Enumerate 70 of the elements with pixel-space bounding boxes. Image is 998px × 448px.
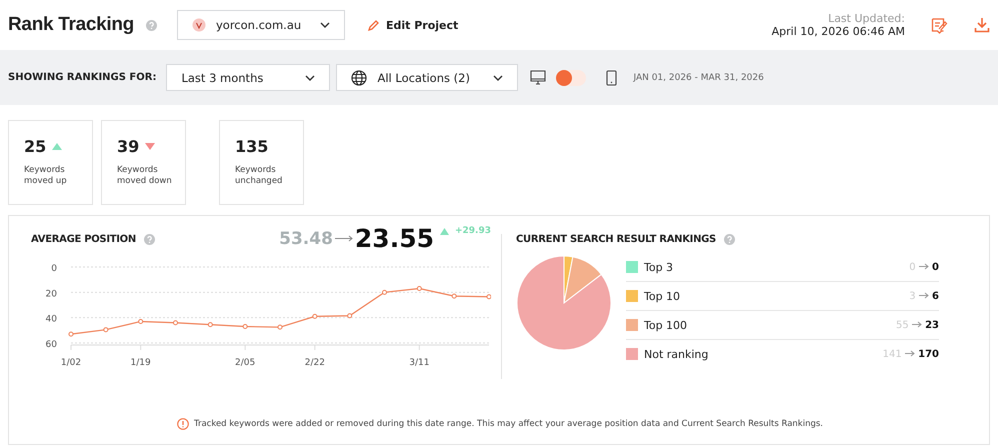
stat-value: 135 — [235, 137, 268, 156]
down-triangle-icon — [145, 143, 156, 150]
axis-label: 2/22 — [304, 358, 325, 368]
pencil-icon — [366, 18, 380, 32]
arrow-icon — [904, 350, 915, 356]
stat-value: 39 — [117, 137, 140, 156]
data-point — [382, 290, 387, 295]
data-point — [173, 320, 178, 326]
data-point — [452, 294, 457, 299]
legend-label: Top 3 — [644, 260, 674, 274]
info-icon — [177, 418, 190, 430]
arrow-icon — [918, 262, 929, 270]
stat-label: Keywords moved down — [117, 165, 173, 188]
arrow-icon — [334, 235, 353, 242]
data-point — [208, 322, 213, 328]
note-icon[interactable] — [931, 16, 948, 34]
period-dropdown[interactable]: Last 3 months — [166, 64, 330, 91]
help-icon[interactable] — [146, 20, 157, 30]
average-change: +29.93 — [454, 226, 491, 236]
stat-label: Keywords moved up — [24, 165, 68, 188]
data-point — [103, 327, 108, 332]
globe-icon — [351, 70, 368, 86]
arrow-icon — [918, 292, 929, 298]
stat-label: Keywords unchanged — [235, 165, 284, 188]
axis-label: 40 — [46, 314, 57, 325]
data-point — [416, 286, 422, 292]
stat-value: 25 — [24, 137, 46, 156]
download-icon[interactable] — [974, 17, 990, 33]
up-triangle-icon — [440, 228, 449, 235]
date-range: JAN 01, 2026 - MAR 31, 2026 — [633, 72, 764, 82]
section-title: AVERAGE POSITION — [31, 234, 136, 245]
axis-label: 3/11 — [409, 358, 430, 368]
desktop-icon[interactable] — [530, 70, 546, 85]
edit-project-button[interactable]: Edit Project — [360, 18, 464, 32]
section-title: CURRENT SEARCH RESULT RANKINGS — [516, 234, 716, 245]
data-point — [138, 318, 144, 324]
legend-label: Top 100 — [644, 318, 688, 332]
axis-label: 2/05 — [235, 358, 256, 368]
data-point — [312, 314, 318, 319]
data-point — [486, 294, 491, 300]
help-icon[interactable] — [144, 234, 155, 245]
chevron-down-icon — [493, 74, 504, 80]
locations-dropdown[interactable]: All Locations (2) — [336, 64, 518, 91]
chevron-down-icon — [305, 74, 316, 80]
current-average: 23.55 — [354, 224, 434, 253]
axis-label: 1/19 — [130, 358, 151, 368]
data-point — [347, 313, 352, 318]
device-switch[interactable] — [556, 70, 586, 86]
data-point — [242, 324, 248, 330]
chevron-down-icon — [320, 22, 330, 28]
last-updated-time: April 10, 2026 06:46 AM — [772, 25, 905, 38]
last-updated-label: Last Updated: — [827, 12, 905, 25]
axis-label: 1/02 — [60, 358, 82, 368]
mobile-icon[interactable] — [606, 70, 618, 86]
axis-label: 60 — [46, 340, 57, 350]
legend-label: Not ranking — [644, 348, 708, 360]
axis-label: 20 — [46, 289, 57, 300]
site-icon — [192, 18, 206, 32]
previous-average: 53.48 — [279, 228, 333, 248]
page-title: Rank Tracking — [8, 14, 134, 36]
data-point — [68, 332, 74, 337]
axis-label: 0 — [51, 264, 57, 274]
legend-label: Top 10 — [644, 290, 680, 302]
help-icon[interactable] — [724, 234, 735, 245]
arrow-icon — [912, 320, 922, 328]
filter-label: SHOWING RANKINGS FOR: — [8, 72, 156, 83]
up-triangle-icon — [52, 143, 62, 150]
notice-text: Tracked keywords were added or removed during this date range. This may affect your average position data and Current Search Results Rankings. — [194, 419, 823, 429]
data-point — [278, 324, 282, 330]
project-dropdown[interactable]: yorcon.com.au — [176, 10, 345, 40]
